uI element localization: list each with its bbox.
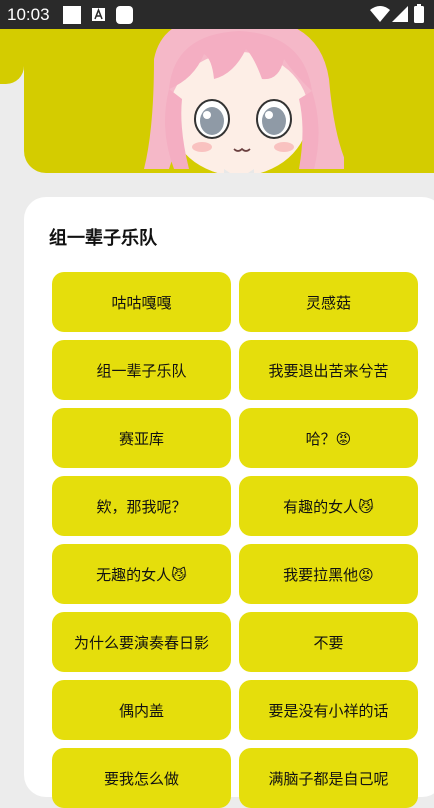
sound-button[interactable]: 咕咕嘎嘎	[52, 272, 231, 332]
battery-icon	[414, 4, 424, 23]
soundboard-card: 组一辈子乐队 咕咕嘎嘎 灵感菇 组一辈子乐队 我要退出苦来兮苦 赛亚库 哈？😡 …	[24, 197, 434, 808]
sound-button[interactable]: 灵感菇	[239, 272, 418, 332]
sound-button[interactable]: 无趣的女人😼	[52, 544, 231, 604]
wifi-icon	[370, 6, 390, 22]
sound-button[interactable]: 不要	[239, 612, 418, 672]
anime-girl-avatar	[144, 29, 344, 173]
sound-button[interactable]: 赛亚库	[52, 408, 231, 468]
sound-button[interactable]: 欸，那我呢？	[52, 476, 231, 536]
notification-square-icon	[63, 6, 81, 24]
sound-button[interactable]: 我要拉黑他😡	[239, 544, 418, 604]
sound-button-grid: 咕咕嘎嘎 灵感菇 组一辈子乐队 我要退出苦来兮苦 赛亚库 哈？😡 欸，那我呢？ …	[52, 272, 418, 808]
banner	[24, 29, 434, 173]
previous-banner-edge	[0, 29, 24, 84]
sound-button[interactable]: 要是没有小祥的话	[239, 680, 418, 740]
sound-button[interactable]: 满脑子都是自己呢	[239, 748, 418, 808]
app-rounded-icon	[116, 6, 133, 24]
status-time: 10:03	[7, 5, 50, 24]
sound-button[interactable]: 组一辈子乐队	[52, 340, 231, 400]
section-title: 组一辈子乐队	[49, 228, 157, 249]
sound-button[interactable]: 哈？😡	[239, 408, 418, 468]
sound-button[interactable]: 为什么要演奏春日影	[52, 612, 231, 672]
sound-button[interactable]: 要我怎么做	[52, 748, 231, 808]
status-bar: 10:03	[0, 0, 434, 29]
font-a-icon	[92, 8, 105, 21]
sound-button[interactable]: 偶内盖	[52, 680, 231, 740]
signal-icon	[392, 6, 408, 22]
sound-button[interactable]: 有趣的女人😼	[239, 476, 418, 536]
sound-button[interactable]: 我要退出苦来兮苦	[239, 340, 418, 400]
